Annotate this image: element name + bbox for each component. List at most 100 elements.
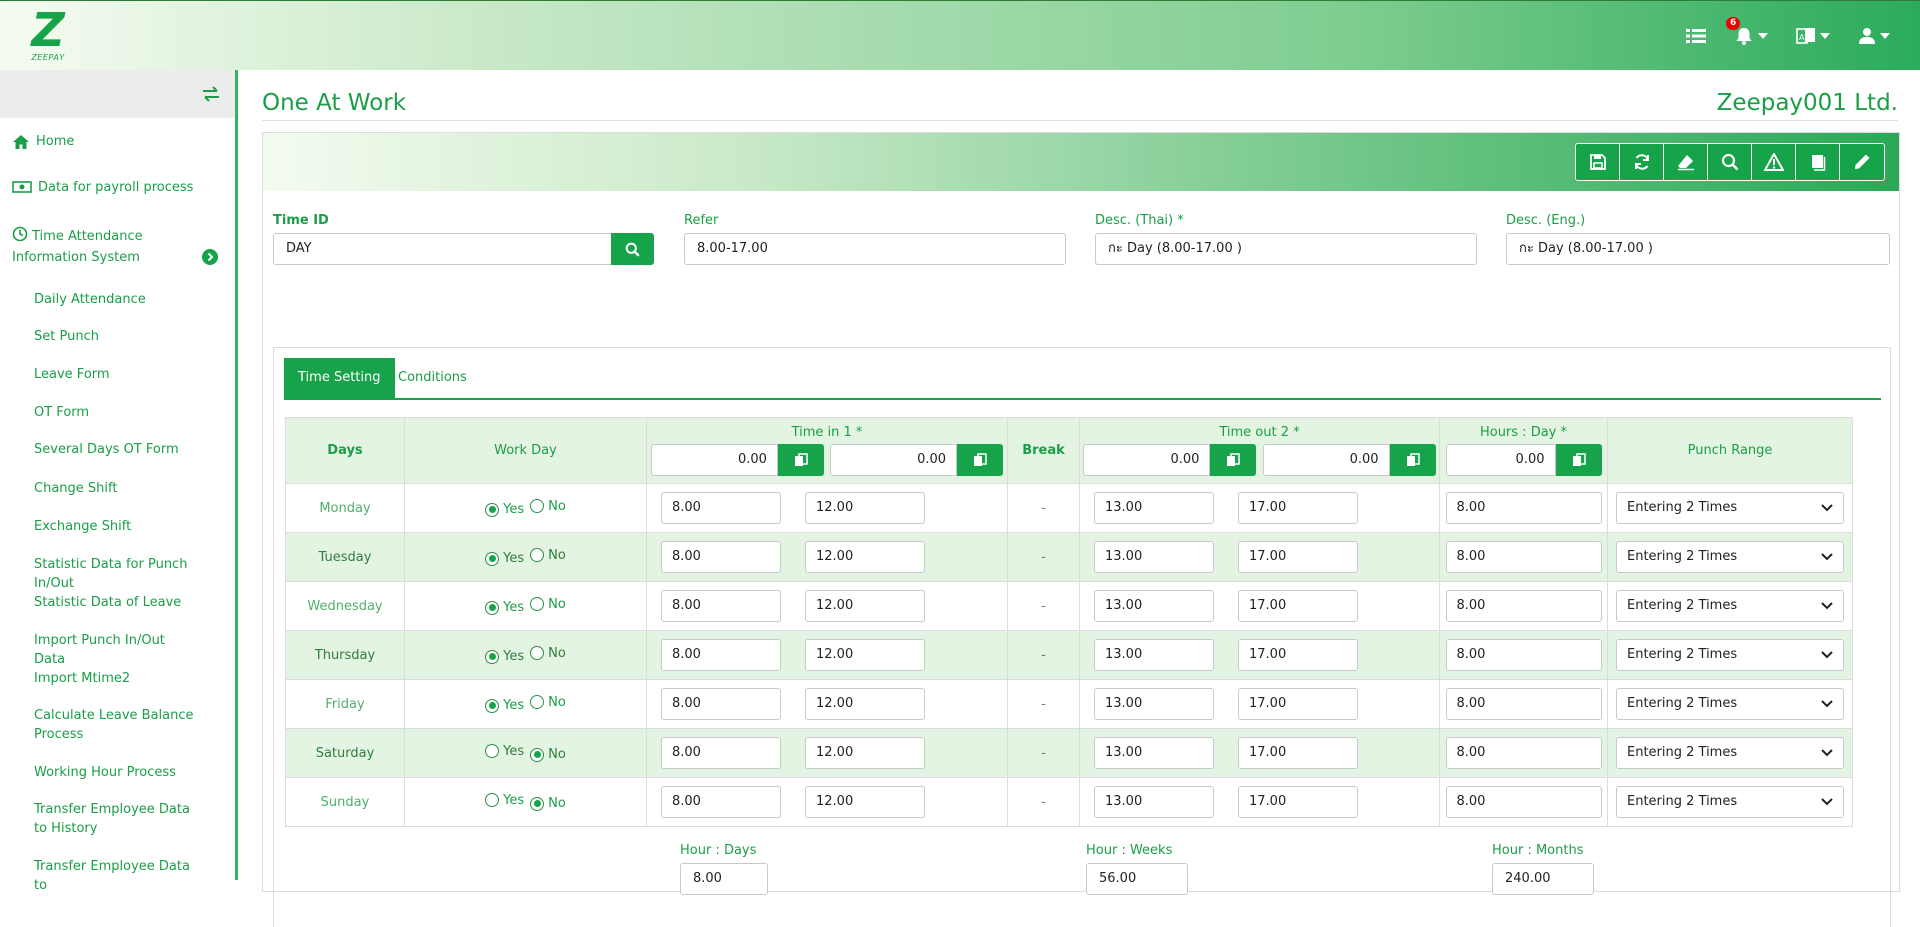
punch-range-select[interactable]: Entering 2 Times <box>1616 541 1844 573</box>
time-out-b-input[interactable]: 0.00 <box>1262 444 1390 476</box>
punch-range-select[interactable]: Entering 2 Times <box>1616 688 1844 720</box>
time-out-a-input[interactable]: 0.00 <box>1083 444 1211 476</box>
notifications-button[interactable]: 6 <box>1726 17 1768 51</box>
tab-conditions[interactable]: Conditions <box>384 358 481 398</box>
time-in-2-input[interactable]: 12.00 <box>805 492 925 524</box>
tab-time-setting[interactable]: Time Setting <box>284 358 395 398</box>
sidebar-subitem-calculate-leave-balance[interactable]: Calculate Leave Balance Process <box>0 706 200 744</box>
time-out-1-input[interactable]: 13.00 <box>1094 688 1214 720</box>
time-out-1-input[interactable]: 13.00 <box>1094 737 1214 769</box>
menu-list-button[interactable] <box>1686 21 1706 51</box>
work-day-yes-radio[interactable]: Yes <box>485 698 524 713</box>
sidebar-subitem-daily-attendance[interactable]: Daily Attendance <box>0 290 200 309</box>
copy-hours-day-button[interactable] <box>1555 444 1602 476</box>
language-button[interactable]: A <box>1796 21 1830 51</box>
hours-day-input[interactable]: 0.00 <box>1445 444 1556 476</box>
time-out-2-input[interactable]: 17.00 <box>1238 737 1358 769</box>
punch-range-select[interactable]: Entering 2 Times <box>1616 492 1844 524</box>
zeepay-logo[interactable]: Z ZEEPAY <box>22 7 74 65</box>
time-id-search-button[interactable] <box>611 233 654 265</box>
save-button[interactable] <box>1576 144 1620 180</box>
time-in-1-input[interactable]: 8.00 <box>661 639 781 671</box>
punch-range-select[interactable]: Entering 2 Times <box>1616 590 1844 622</box>
work-day-no-radio[interactable]: No <box>530 548 566 563</box>
sidebar-subitem-exchange-shift[interactable]: Exchange Shift <box>0 517 200 536</box>
sidebar-subitem-transfer-employee[interactable]: Transfer Employee Data to <box>0 857 200 895</box>
hours-day-row-input[interactable]: 8.00 <box>1445 590 1602 622</box>
time-in-1-input[interactable]: 8.00 <box>661 737 781 769</box>
hours-day-row-input[interactable]: 8.00 <box>1445 492 1602 524</box>
warning-button[interactable] <box>1752 144 1796 180</box>
hour-months-input[interactable]: 240.00 <box>1492 863 1594 895</box>
time-in-1-input[interactable]: 8.00 <box>661 541 781 573</box>
book-button[interactable] <box>1796 144 1840 180</box>
refer-input[interactable]: 8.00-17.00 <box>684 233 1066 265</box>
time-out-2-input[interactable]: 17.00 <box>1238 541 1358 573</box>
user-menu-button[interactable] <box>1858 21 1890 51</box>
sidebar-item-time-attendance[interactable]: Time Attendance Information System <box>0 226 226 268</box>
time-out-2-input[interactable]: 17.00 <box>1238 590 1358 622</box>
time-out-2-input[interactable]: 17.00 <box>1238 639 1358 671</box>
punch-range-select[interactable]: Entering 2 Times <box>1616 737 1844 769</box>
sidebar-subitem-ot-form[interactable]: OT Form <box>0 403 200 422</box>
work-day-no-radio[interactable]: No <box>530 747 566 762</box>
sidebar-subitem-working-hour-process[interactable]: Working Hour Process <box>0 763 200 782</box>
time-out-2-input[interactable]: 17.00 <box>1238 688 1358 720</box>
work-day-no-radio[interactable]: No <box>530 646 566 661</box>
hours-day-row-input[interactable]: 8.00 <box>1445 786 1602 818</box>
work-day-no-radio[interactable]: No <box>530 796 566 811</box>
work-day-yes-radio[interactable]: Yes <box>485 551 524 566</box>
time-out-1-input[interactable]: 13.00 <box>1094 541 1214 573</box>
time-out-1-input[interactable]: 13.00 <box>1094 639 1214 671</box>
time-out-1-input[interactable]: 13.00 <box>1094 786 1214 818</box>
sidebar-subitem-several-days-ot-form[interactable]: Several Days OT Form <box>0 440 200 459</box>
desc-thai-input[interactable]: กะ Day (8.00-17.00 ) <box>1095 233 1477 265</box>
time-in-a-input[interactable]: 0.00 <box>650 444 778 476</box>
time-in-1-input[interactable]: 8.00 <box>661 688 781 720</box>
time-out-1-input[interactable]: 13.00 <box>1094 492 1214 524</box>
time-in-b-input[interactable]: 0.00 <box>830 444 958 476</box>
time-out-1-input[interactable]: 13.00 <box>1094 590 1214 622</box>
sidebar-subitem-set-punch[interactable]: Set Punch <box>0 327 200 346</box>
sidebar-subitem-import-mtime2[interactable]: Import Mtime2 <box>0 669 200 688</box>
punch-range-select[interactable]: Entering 2 Times <box>1616 786 1844 818</box>
hours-day-row-input[interactable]: 8.00 <box>1445 737 1602 769</box>
work-day-no-radio[interactable]: No <box>530 499 566 514</box>
copy-time-out-b-button[interactable] <box>1389 444 1436 476</box>
work-day-yes-radio[interactable]: Yes <box>485 744 524 759</box>
copy-time-in-b-button[interactable] <box>957 444 1004 476</box>
work-day-no-radio[interactable]: No <box>530 695 566 710</box>
time-id-input[interactable]: DAY <box>273 233 613 265</box>
sidebar-item-payroll-data[interactable]: Data for payroll process <box>0 180 230 195</box>
time-in-2-input[interactable]: 12.00 <box>805 688 925 720</box>
sidebar-subitem-import-punch[interactable]: Import Punch In/Out Data <box>0 631 200 669</box>
work-day-yes-radio[interactable]: Yes <box>485 793 524 808</box>
time-in-1-input[interactable]: 8.00 <box>661 786 781 818</box>
hours-day-row-input[interactable]: 8.00 <box>1445 541 1602 573</box>
time-in-2-input[interactable]: 12.00 <box>805 639 925 671</box>
sidebar-subitem-change-shift[interactable]: Change Shift <box>0 479 200 498</box>
sidebar-subitem-leave-form[interactable]: Leave Form <box>0 365 200 384</box>
work-day-yes-radio[interactable]: Yes <box>485 502 524 517</box>
hour-days-input[interactable]: 8.00 <box>680 863 768 895</box>
desc-eng-input[interactable]: กะ Day (8.00-17.00 ) <box>1506 233 1890 265</box>
sidebar-subitem-statistic-leave[interactable]: Statistic Data of Leave <box>0 593 200 612</box>
hours-day-row-input[interactable]: 8.00 <box>1445 688 1602 720</box>
time-out-2-input[interactable]: 17.00 <box>1238 786 1358 818</box>
sidebar-item-home[interactable]: Home <box>0 134 230 150</box>
clear-button[interactable] <box>1664 144 1708 180</box>
time-in-1-input[interactable]: 8.00 <box>661 590 781 622</box>
search-button[interactable] <box>1708 144 1752 180</box>
sidebar-subitem-statistic-punch[interactable]: Statistic Data for Punch In/Out <box>0 555 200 593</box>
time-in-2-input[interactable]: 12.00 <box>805 541 925 573</box>
time-in-2-input[interactable]: 12.00 <box>805 786 925 818</box>
time-in-2-input[interactable]: 12.00 <box>805 590 925 622</box>
sidebar-toggle[interactable] <box>0 70 235 118</box>
hour-weeks-input[interactable]: 56.00 <box>1086 863 1188 895</box>
time-in-2-input[interactable]: 12.00 <box>805 737 925 769</box>
copy-time-in-a-button[interactable] <box>777 444 824 476</box>
work-day-yes-radio[interactable]: Yes <box>485 649 524 664</box>
sidebar-subitem-transfer-history[interactable]: Transfer Employee Data to History <box>0 800 200 838</box>
refresh-button[interactable] <box>1620 144 1664 180</box>
edit-button[interactable] <box>1840 144 1884 180</box>
